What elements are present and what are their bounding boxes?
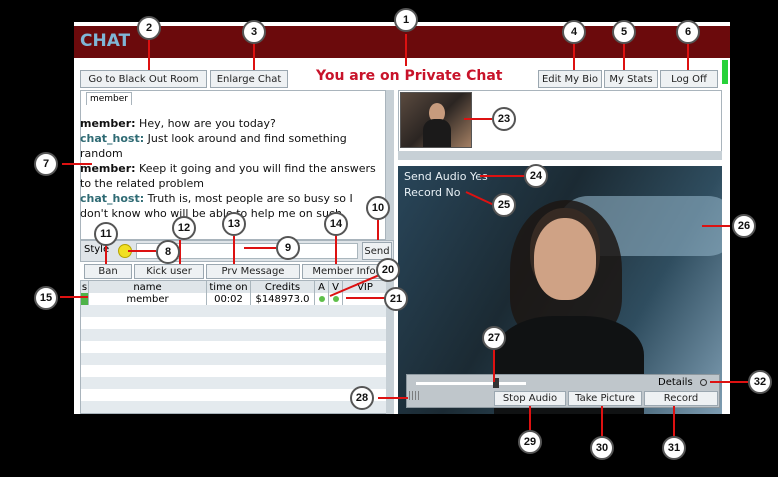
chat-message: chat_host: Just look around and find som… — [80, 132, 347, 160]
callout-28: 28 — [350, 386, 374, 410]
callout-31: 31 — [662, 436, 686, 460]
user-name: member — [89, 293, 207, 305]
callout-23: 23 — [492, 107, 516, 131]
send-audio-status: Send Audio Yes — [404, 170, 488, 183]
user-thumbnail[interactable] — [400, 92, 472, 148]
table-row — [81, 341, 387, 353]
callout-25: 25 — [492, 193, 516, 217]
callout-14: 14 — [324, 212, 348, 236]
col-video: V — [329, 281, 343, 293]
callout-4: 4 — [562, 20, 586, 44]
callout-30: 30 — [590, 436, 614, 460]
take-picture-button[interactable]: Take Picture — [568, 391, 642, 406]
callout-6: 6 — [676, 20, 700, 44]
chat-message: member: Keep it going and you will find … — [80, 162, 376, 190]
col-status: s — [81, 281, 89, 293]
vip-status — [343, 293, 387, 305]
table-row — [81, 353, 387, 365]
details-label: Details — [658, 377, 693, 388]
user-credits: $148973.0 — [251, 293, 315, 305]
callout-21: 21 — [384, 287, 408, 311]
details-toggle[interactable] — [700, 379, 707, 386]
log-off-button[interactable]: Log Off — [660, 70, 718, 88]
member-info-button[interactable]: Member Info — [302, 264, 386, 279]
callout-29: 29 — [518, 430, 542, 454]
callout-24: 24 — [524, 164, 548, 188]
table-header: s name time on Credits A V VIP — [81, 281, 387, 293]
table-row — [81, 329, 387, 341]
chat-message: member: Hey, how are you today? — [80, 117, 276, 130]
callout-20: 20 — [376, 258, 400, 282]
user-table: s name time on Credits A V VIP member 00… — [80, 280, 387, 414]
enlarge-chat-button[interactable]: Enlarge Chat — [210, 70, 288, 88]
ban-button[interactable]: Ban — [84, 264, 132, 279]
table-row — [81, 365, 387, 377]
table-row[interactable]: member 00:02 $148973.0 — [81, 293, 387, 305]
col-time: time on — [207, 281, 251, 293]
callout-3: 3 — [242, 20, 266, 44]
col-name: name — [89, 281, 207, 293]
audio-status — [315, 293, 329, 305]
callout-26: 26 — [732, 214, 756, 238]
user-time-on: 00:02 — [207, 293, 251, 305]
callout-8: 8 — [156, 240, 180, 264]
app-title: CHAT — [80, 31, 131, 51]
edit-bio-button[interactable]: Edit My Bio — [538, 70, 602, 88]
callout-7: 7 — [34, 152, 58, 176]
callout-13: 13 — [222, 212, 246, 236]
volume-slider[interactable] — [416, 382, 526, 385]
record-button[interactable]: Record — [644, 391, 718, 406]
callout-1: 1 — [394, 8, 418, 32]
callout-12: 12 — [172, 216, 196, 240]
callout-32: 32 — [748, 370, 772, 394]
my-stats-button[interactable]: My Stats — [604, 70, 658, 88]
callout-2: 2 — [137, 16, 161, 40]
table-row — [81, 401, 387, 413]
connection-indicator — [722, 60, 728, 84]
thumbnail-scrollbar[interactable] — [398, 151, 722, 160]
chat-status-title: You are on Private Chat — [316, 68, 503, 84]
video-status — [329, 293, 343, 305]
callout-11: 11 — [94, 222, 118, 246]
volume-slider-handle[interactable] — [493, 378, 499, 388]
tab-member[interactable]: member — [86, 92, 132, 105]
stop-audio-button[interactable]: Stop Audio — [494, 391, 566, 406]
style-color-icon[interactable] — [118, 244, 132, 258]
table-row — [81, 317, 387, 329]
blackout-room-button[interactable]: Go to Black Out Room — [80, 70, 207, 88]
callout-10: 10 — [366, 196, 390, 220]
record-status: Record No — [404, 186, 461, 199]
audio-level-icon: |||| — [408, 391, 421, 401]
callout-9: 9 — [276, 236, 300, 260]
col-vip: VIP — [357, 281, 373, 293]
table-row — [81, 305, 387, 317]
chat-scrollbar[interactable] — [386, 90, 394, 240]
private-message-button[interactable]: Prv Message — [206, 264, 300, 279]
table-row — [81, 377, 387, 389]
table-row — [81, 389, 387, 401]
callout-27: 27 — [482, 326, 506, 350]
col-audio: A — [315, 281, 329, 293]
chat-message-list: member: Hey, how are you today? chat_hos… — [80, 116, 384, 221]
callout-15: 15 — [34, 286, 58, 310]
col-credits: Credits — [251, 281, 315, 293]
callout-5: 5 — [612, 20, 636, 44]
kick-user-button[interactable]: Kick user — [134, 264, 204, 279]
status-indicator — [81, 293, 89, 305]
